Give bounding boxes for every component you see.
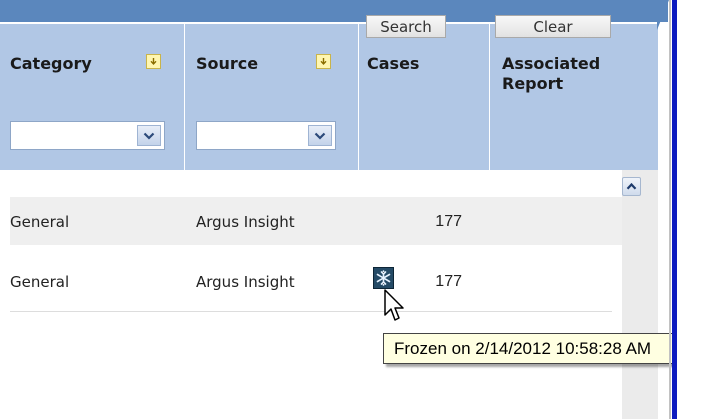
column-header-associated-report: Associated Report xyxy=(502,54,601,93)
chevron-down-icon[interactable] xyxy=(137,125,161,146)
search-button[interactable]: Search xyxy=(366,15,446,38)
vertical-scrollbar[interactable] xyxy=(622,170,658,419)
frame-border xyxy=(669,0,671,419)
sort-icon[interactable] xyxy=(316,54,331,69)
cell-cases[interactable]: 177 xyxy=(400,272,462,292)
snowflake-icon[interactable] xyxy=(373,267,394,289)
clear-button[interactable]: Clear xyxy=(495,15,611,38)
column-divider xyxy=(358,24,359,170)
column-header-cases: Cases xyxy=(367,54,420,73)
source-filter-select[interactable] xyxy=(196,121,336,150)
cell-category: General xyxy=(10,213,70,231)
row-divider xyxy=(10,311,612,312)
column-header-category[interactable]: Category xyxy=(10,54,92,74)
column-divider xyxy=(489,24,490,170)
chevron-down-icon[interactable] xyxy=(308,125,332,146)
sort-icon[interactable] xyxy=(146,54,161,69)
chevron-up-icon[interactable] xyxy=(622,177,641,196)
cell-source: Argus Insight xyxy=(196,273,295,291)
column-divider xyxy=(184,24,185,170)
cell-source: Argus Insight xyxy=(196,213,295,231)
cell-category: General xyxy=(10,273,70,291)
cell-cases[interactable]: 177 xyxy=(360,212,462,232)
column-header-source[interactable]: Source xyxy=(196,54,258,74)
category-filter-select[interactable] xyxy=(10,121,165,150)
mouse-pointer-icon xyxy=(384,289,404,321)
table-row[interactable] xyxy=(10,249,622,311)
table-row[interactable] xyxy=(10,197,622,245)
